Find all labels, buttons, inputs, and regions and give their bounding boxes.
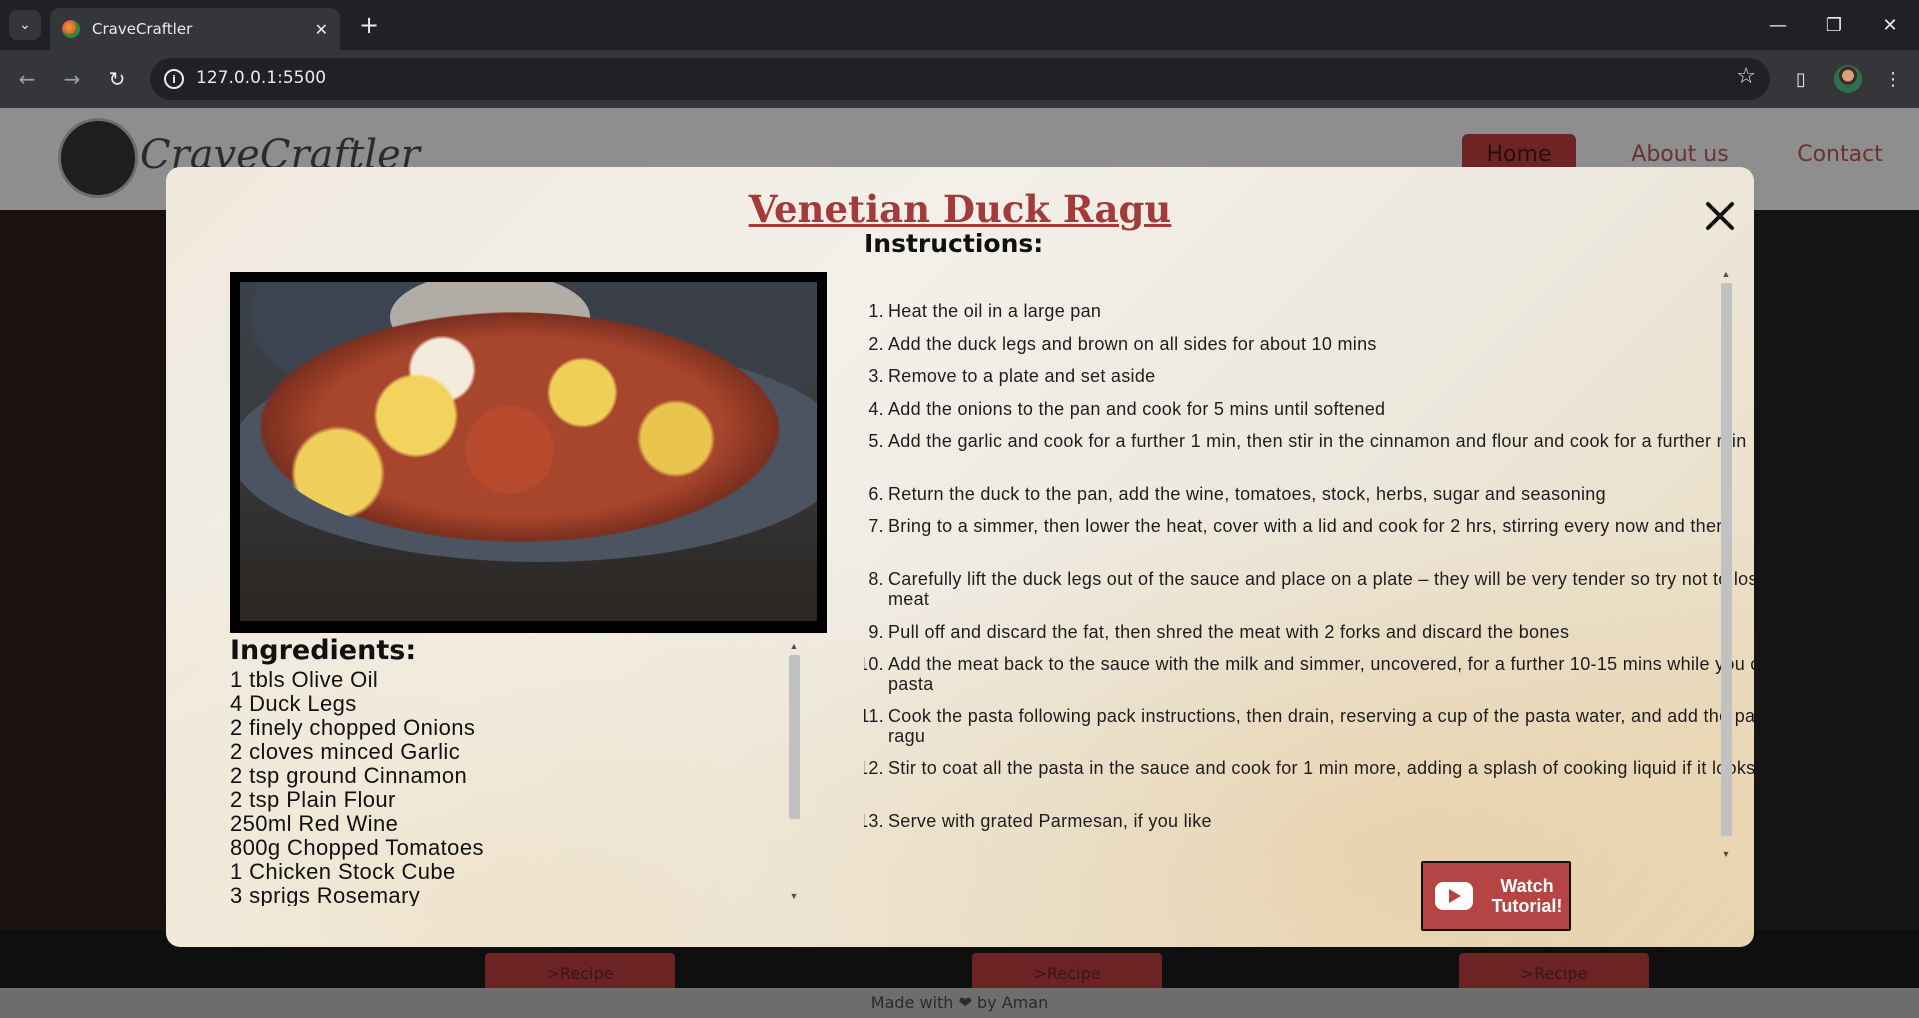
back-button[interactable]: ←: [10, 62, 44, 96]
instruction-step: 6. Return the duck to the pan, add the wi…: [868, 484, 1606, 504]
ingredient-item: 4 Duck Legs: [230, 691, 357, 716]
tab-title: CraveCraftler: [92, 20, 193, 38]
tab-search-button[interactable]: ⌄: [9, 10, 41, 40]
reload-button[interactable]: ↻: [100, 62, 134, 96]
scroll-up-icon[interactable]: ▲: [788, 641, 800, 651]
favicon-icon: [62, 20, 80, 38]
recipe-button[interactable]: >Recipe: [1459, 953, 1649, 993]
instruction-step: 5. Add the garlic and cook for a further …: [868, 431, 1747, 451]
ingredient-item: 250ml Red Wine: [230, 811, 399, 836]
recipe-photo: [240, 282, 817, 621]
ingredient-item: 2 tsp Plain Flour: [230, 787, 396, 812]
tab-close-icon[interactable]: ✕: [315, 20, 328, 39]
menu-kebab-icon[interactable]: ⋮: [1876, 62, 1910, 96]
youtube-icon: [1435, 882, 1473, 910]
ingredient-item: 3 sprigs Rosemary: [230, 883, 421, 907]
forward-button[interactable]: →: [55, 62, 89, 96]
ingredient-item: 2 cloves minced Garlic: [230, 739, 461, 764]
instruction-step: 7. Bring to a simmer, then lower the heat…: [868, 516, 1727, 536]
browser-tab[interactable]: CraveCraftler ✕: [50, 8, 340, 50]
site-logo[interactable]: [58, 118, 138, 198]
side-panel-icon[interactable]: ▯: [1784, 62, 1818, 96]
instruction-step: 10.Add the meat back to the sauce with t…: [864, 654, 1754, 694]
ingredient-item: 1 tbls Olive Oil: [230, 667, 379, 692]
instruction-step: 9. Pull off and discard the fat, then shr…: [868, 622, 1570, 642]
scrollbar-thumb[interactable]: [1721, 283, 1732, 836]
recipe-button[interactable]: >Recipe: [972, 953, 1162, 993]
browser-tabstrip: ⌄ CraveCraftler ✕ + — ❐ ✕: [0, 0, 1919, 50]
recipe-modal: Venetian Duck Ragu Instructions: 1. Heat …: [166, 167, 1754, 947]
ingredients-scrollbar[interactable]: ▲ ▼: [786, 641, 802, 903]
recipe-title: Venetian Duck Ragu: [748, 187, 1172, 231]
new-tab-button[interactable]: +: [352, 8, 386, 42]
instructions-scrollbar[interactable]: ▲ ▼: [1718, 269, 1734, 861]
nav-contact[interactable]: Contact: [1785, 134, 1895, 174]
watch-tutorial-label: Watch Tutorial!: [1491, 876, 1563, 916]
instruction-step: 1. Heat the oil in a large pan: [868, 301, 1102, 321]
recipe-button[interactable]: >Recipe: [485, 953, 675, 993]
instructions-scroll-area[interactable]: 1. Heat the oil in a large pan 2. Add the …: [864, 267, 1754, 859]
instructions-heading: Instructions:: [864, 229, 1044, 258]
minimize-icon[interactable]: —: [1750, 0, 1806, 50]
browser-toolbar: ← → ↻ i 127.0.0.1:5500 ☆ ▯ ⋮: [0, 50, 1919, 108]
ingredient-item: 2 finely chopped Onions: [230, 715, 476, 740]
instruction-step: 4. Add the onions to the pan and cook for…: [868, 399, 1386, 419]
restore-icon[interactable]: ❐: [1806, 0, 1862, 50]
recipe-image: [230, 272, 827, 633]
instruction-step: 8. Carefully lift the duck legs out of th…: [868, 569, 1754, 609]
watch-tutorial-button[interactable]: Watch Tutorial!: [1421, 861, 1571, 931]
ingredients-heading: Ingredients:: [230, 635, 417, 666]
ingredients-scroll-area[interactable]: Ingredients: 1 tbls Olive Oil 4 Duck Leg…: [230, 634, 820, 906]
instruction-step: 11.Cook the pasta following pack instruc…: [864, 706, 1754, 746]
close-icon[interactable]: [1703, 200, 1735, 232]
window-close-icon[interactable]: ✕: [1862, 0, 1918, 50]
instruction-step: 2. Add the duck legs and brown on all sid…: [868, 334, 1377, 354]
scroll-down-icon[interactable]: ▼: [1720, 849, 1732, 859]
site-info-icon[interactable]: i: [164, 69, 184, 89]
scroll-up-icon[interactable]: ▲: [1720, 269, 1732, 279]
profile-avatar[interactable]: [1834, 65, 1862, 93]
instruction-step: 13.Serve with grated Parmesan, if you li…: [864, 811, 1212, 831]
ingredient-item: 2 tsp ground Cinnamon: [230, 763, 468, 788]
ingredient-item: 1 Chicken Stock Cube: [230, 859, 456, 884]
site-footer: Made with ❤ by Aman: [0, 988, 1919, 1018]
ingredient-item: 800g Chopped Tomatoes: [230, 835, 484, 860]
instruction-step: 12.Stir to coat all the pasta in the sau…: [864, 758, 1754, 778]
scrollbar-thumb[interactable]: [789, 655, 800, 819]
scroll-down-icon[interactable]: ▼: [788, 891, 800, 901]
url-text: 127.0.0.1:5500: [196, 68, 327, 88]
instruction-step: 3. Remove to a plate and set aside: [868, 366, 1156, 386]
bookmark-star-icon[interactable]: ☆: [1736, 64, 1756, 89]
address-bar[interactable]: i 127.0.0.1:5500 ☆: [150, 58, 1770, 100]
